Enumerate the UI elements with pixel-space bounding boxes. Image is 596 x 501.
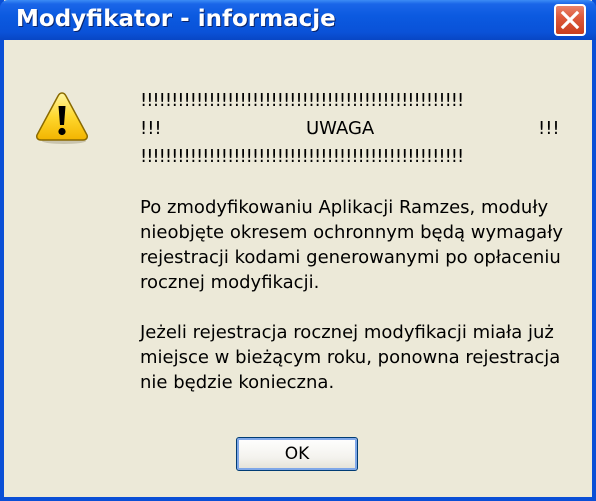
message-line: Po zmodyfikowaniu Aplikacji Ramzes, modu… bbox=[140, 197, 549, 218]
exclamation-line-top: !!!!!!!!!!!!!!!!!!!!!!!!!!!!!!!!!!!!!!!!… bbox=[140, 90, 464, 111]
title-bar[interactable]: Modyfikator - informacje bbox=[0, 0, 596, 40]
message-line: miejsce w bieżącym roku, ponowna rejestr… bbox=[140, 347, 561, 368]
close-icon bbox=[560, 10, 580, 30]
message-line: Jeżeli rejestracja rocznej modyfikacji m… bbox=[140, 322, 554, 343]
message-line: nie będzie konieczna. bbox=[140, 372, 335, 393]
close-button[interactable] bbox=[554, 4, 586, 36]
message-line: rocznej modyfikacji. bbox=[140, 272, 320, 293]
marker-left: !!! bbox=[140, 118, 162, 139]
marker-right: !!! bbox=[538, 118, 560, 139]
warning-heading-row: !!! UWAGA !!! bbox=[140, 118, 560, 140]
window-title: Modyfikator - informacje bbox=[16, 6, 336, 32]
warning-icon bbox=[36, 92, 88, 144]
message-line: nieobjęte okresem ochronnym będą wymagał… bbox=[140, 222, 563, 243]
dialog-window: Modyfikator - informacje !!!!!!!!!!!!!!!… bbox=[0, 0, 596, 501]
exclamation-line-bottom: !!!!!!!!!!!!!!!!!!!!!!!!!!!!!!!!!!!!!!!!… bbox=[140, 146, 464, 167]
message-line: rejestracji kodami generowanymi po opłac… bbox=[140, 247, 561, 268]
warning-heading: UWAGA bbox=[306, 118, 375, 139]
ok-button[interactable]: OK bbox=[236, 437, 358, 471]
